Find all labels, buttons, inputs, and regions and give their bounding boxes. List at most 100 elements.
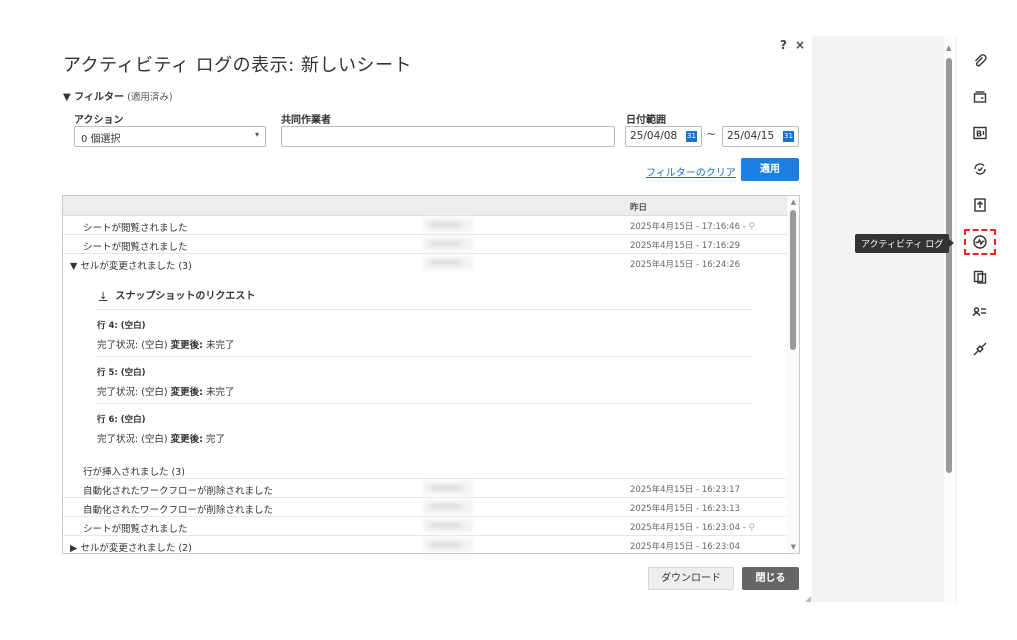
divider [97, 356, 752, 357]
workspace-sharing-icon[interactable] [969, 302, 991, 324]
log-row-text: シートが閲覧されました [83, 524, 188, 535]
log-row-time: 2025年4月15日 - 16:23:13 [630, 504, 741, 514]
log-scrollbar[interactable]: ▲ ▼ [787, 196, 799, 553]
blurred-user [423, 519, 473, 533]
date-to-value: 25/04/15 [727, 130, 775, 142]
activity-log-tooltip: アクティビティ ログ [855, 234, 955, 253]
activity-log-icon[interactable] [964, 229, 996, 255]
change-detail-after-value: 未完了 [206, 387, 235, 398]
blurred-user [423, 538, 473, 552]
close-button[interactable]: 閉じる [742, 567, 799, 590]
link-icon[interactable]: ⚲ [748, 523, 755, 533]
log-row[interactable]: シートが閲覧されました 2025年4月15日 - 17:16:46 - ⚲ [63, 216, 787, 235]
date-range-separator: ~ [706, 127, 717, 141]
dialog-title: アクティビティ ログの表示: 新しいシート [63, 55, 412, 76]
connections-icon[interactable] [969, 338, 991, 360]
date-range-label: 日付範囲 [626, 115, 666, 126]
action-label: アクション [74, 115, 124, 126]
date-to-input[interactable]: 25/04/15 31 [722, 126, 799, 147]
change-detail: 行 6: (空白) 完了状況: (空白) 変更後: 完了 [97, 413, 225, 445]
log-row[interactable]: 自動化されたワークフローが削除されました 2025年4月15日 - 16:23:… [63, 479, 787, 498]
divider [97, 403, 752, 404]
calendar-icon[interactable]: 31 [783, 131, 794, 142]
scroll-up-icon[interactable]: ▲ [791, 198, 796, 206]
inserted-rows-text: 行が挿入されました (3) [83, 467, 185, 478]
change-detail-prefix: 完了状況: (空白) [97, 387, 168, 398]
clear-filter-link[interactable]: フィルターのクリア [646, 164, 736, 179]
change-detail-after-value: 未完了 [206, 340, 235, 351]
log-column-header: 昨日 [630, 203, 648, 213]
change-detail-heading: 行 4: (空白) [97, 321, 146, 331]
log-row-time: 2025年4月15日 - 16:23:04 - ⚲ [630, 523, 756, 533]
blurred-user [423, 500, 473, 514]
sheet-scrollbar-thumb[interactable] [946, 58, 952, 473]
snapshot-request-button[interactable]: ↓ スナップショットのリクエスト [99, 287, 255, 302]
blurred-user [423, 237, 473, 251]
date-from-value: 25/04/08 [630, 130, 678, 142]
log-row-text: 自動化されたワークフローが削除されました [83, 486, 274, 497]
log-header: 昨日 [63, 196, 799, 216]
scroll-up-icon[interactable]: ▲ [946, 44, 951, 52]
change-detail: 行 4: (空白) 完了状況: (空白) 変更後: 未完了 [97, 319, 235, 351]
apply-button[interactable]: 適用 [741, 158, 799, 181]
link-icon[interactable]: ⚲ [748, 222, 755, 232]
comments-icon[interactable] [969, 86, 991, 108]
activity-log-list: 昨日 シートが閲覧されました 2025年4月15日 - 17:16:46 - ⚲… [62, 195, 800, 554]
log-row[interactable]: シートが閲覧されました 2025年4月15日 - 17:16:29 [63, 235, 787, 254]
blurred-user [423, 256, 473, 270]
brandfolder-icon[interactable]: B [969, 122, 991, 144]
change-detail-after-label: 変更後: [170, 340, 203, 351]
log-row-text: シートが閲覧されました [83, 223, 188, 234]
action-select[interactable]: 0 個選択 ▾ [74, 126, 266, 147]
change-detail: 行 5: (空白) 完了状況: (空白) 変更後: 未完了 [97, 366, 235, 398]
right-panel-rail: B [956, 36, 1017, 602]
date-from-input[interactable]: 25/04/08 31 [625, 126, 702, 147]
download-arrow-icon: ↓ [99, 291, 108, 302]
scroll-down-icon[interactable]: ▼ [791, 543, 796, 551]
change-detail-after-label: 変更後: [170, 434, 203, 445]
change-detail-after-value: 完了 [206, 434, 226, 445]
publish-icon[interactable] [969, 194, 991, 216]
svg-text:B: B [976, 130, 982, 139]
help-icon[interactable]: ? [780, 38, 787, 52]
filter-state: (適用済み) [127, 92, 173, 103]
log-row-text: ▼ セルが変更されました (3) [70, 261, 192, 272]
collaborator-input[interactable] [281, 126, 615, 147]
log-row[interactable]: 自動化されたワークフローが削除されました 2025年4月15日 - 16:23:… [63, 498, 787, 517]
log-row-time: 2025年4月15日 - 17:16:29 [630, 241, 741, 251]
change-detail-heading: 行 6: (空白) [97, 415, 146, 425]
sheet-scrollbar[interactable]: ▲ [944, 36, 956, 602]
change-detail-prefix: 完了状況: (空白) [97, 340, 168, 351]
log-scrollbar-thumb[interactable] [790, 210, 796, 350]
log-row[interactable]: シートが閲覧されました 2025年4月15日 - 16:23:04 - ⚲ [63, 517, 787, 536]
log-row-expanded[interactable]: ▼ セルが変更されました (3) 2025年4月15日 - 16:24:26 [63, 254, 787, 273]
sheet-background [812, 36, 944, 602]
dialog-controls: ? × [780, 38, 805, 52]
log-row-time: 2025年4月15日 - 17:16:46 - ⚲ [630, 222, 756, 232]
resize-grip-icon[interactable]: ◢ [805, 594, 811, 603]
divider [97, 309, 752, 310]
download-button[interactable]: ダウンロード [648, 567, 734, 590]
log-row-text: ▶ セルが変更されました (2) [70, 543, 192, 554]
filter-toggle[interactable]: ▼ フィルター (適用済み) [63, 88, 173, 103]
log-row-collapsed[interactable]: ▶ セルが変更されました (2) 2025年4月15日 - 16:23:04 [63, 536, 787, 554]
blurred-user [423, 218, 473, 232]
snapshot-request-label: スナップショットのリクエスト [115, 291, 256, 302]
sheet-summary-icon[interactable] [969, 158, 991, 180]
chevron-down-icon: ▾ [254, 130, 259, 139]
blurred-user [423, 481, 473, 495]
log-row-text: シートが閲覧されました [83, 242, 188, 253]
log-row-time: 2025年4月15日 - 16:23:04 [630, 542, 741, 552]
proofing-icon[interactable] [969, 266, 991, 288]
collaborator-label: 共同作業者 [281, 115, 331, 126]
activity-log-dialog: ? × アクティビティ ログの表示: 新しいシート ▼ フィルター (適用済み)… [45, 30, 815, 605]
attachment-icon[interactable] [969, 50, 991, 72]
change-detail-heading: 行 5: (空白) [97, 368, 146, 378]
calendar-icon[interactable]: 31 [686, 131, 697, 142]
close-icon[interactable]: × [795, 38, 805, 52]
log-row-text: 自動化されたワークフローが削除されました [83, 505, 274, 516]
action-select-value: 0 個選択 [81, 134, 121, 145]
filter-toggle-label: ▼ フィルター [63, 92, 124, 103]
change-detail-after-label: 変更後: [170, 387, 203, 398]
change-detail-prefix: 完了状況: (空白) [97, 434, 168, 445]
